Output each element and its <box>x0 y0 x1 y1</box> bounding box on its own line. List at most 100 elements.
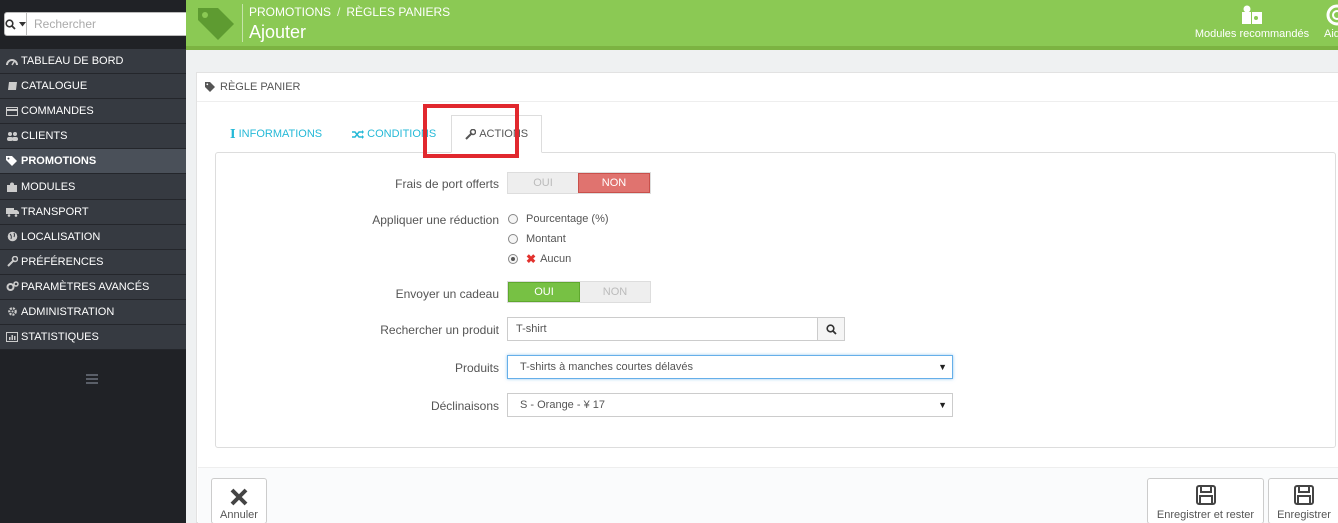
users-icon <box>5 131 19 142</box>
dashboard-icon <box>5 56 19 67</box>
gift-no[interactable]: NON <box>580 282 650 302</box>
breadcrumb-cart-rules[interactable]: RÈGLES PANIERS <box>346 5 450 19</box>
sidebar: TABLEAU DE BORD CATALOGUE COMMANDES CLIE… <box>0 0 190 523</box>
sidebar-item-shipping[interactable]: TRANSPORT <box>0 199 186 225</box>
modules-label: Modules recommandés <box>1194 28 1310 40</box>
free-shipping-switch[interactable]: OUI NON <box>507 172 651 194</box>
cogs-icon <box>5 281 19 292</box>
sidebar-item-label: STATISTIQUES <box>21 331 99 344</box>
breadcrumb-separator: / <box>337 5 341 19</box>
caret-down-icon: ▼ <box>938 400 947 410</box>
puzzle-icon <box>1242 5 1262 24</box>
tag-logo-icon <box>198 8 234 40</box>
sidebar-item-promotions[interactable]: PROMOTIONS <box>0 149 186 175</box>
tag-icon <box>205 82 215 92</box>
variants-select[interactable]: S - Orange - ¥ 17 ▼ <box>507 393 953 417</box>
discount-none-option[interactable]: ✖ Aucun <box>508 252 571 266</box>
close-icon <box>230 488 248 506</box>
book-icon <box>5 81 19 92</box>
header-underline <box>186 46 1338 50</box>
recommended-modules-button[interactable]: Modules recommandés <box>1192 4 1312 40</box>
save-button[interactable]: Enregistrer <box>1268 478 1338 523</box>
sidebar-item-preferences[interactable]: PRÉFÉRENCES <box>0 249 186 275</box>
sidebar-item-label: PROMOTIONS <box>21 155 97 168</box>
page-title: Ajouter <box>249 22 307 42</box>
cross-icon: ✖ <box>526 252 537 266</box>
cancel-label: Annuler <box>220 509 258 521</box>
menu-collapse-icon[interactable] <box>86 374 98 384</box>
sidebar-item-customers[interactable]: CLIENTS <box>0 124 186 150</box>
free-shipping-label: Frais de port offerts <box>395 177 499 191</box>
globe-icon <box>5 231 19 242</box>
breadcrumb: PROMOTIONS / RÈGLES PANIERS <box>249 5 450 19</box>
free-shipping-no[interactable]: NON <box>578 173 650 193</box>
save-icon <box>1195 485 1216 505</box>
search-product-input[interactable] <box>507 317 818 341</box>
variants-selected-value: S - Orange - ¥ 17 <box>520 399 605 411</box>
header-divider <box>242 4 243 42</box>
gift-switch[interactable]: OUI NON <box>507 281 651 303</box>
panel-heading: RÈGLE PANIER <box>197 73 1338 102</box>
sidebar-item-label: TABLEAU DE BORD <box>21 55 124 68</box>
sidebar-item-dashboard[interactable]: TABLEAU DE BORD <box>0 49 186 75</box>
gear-icon <box>5 306 19 317</box>
panel-footer: Annuler Enregistrer et rester Enregistre… <box>198 467 1338 523</box>
search-input[interactable] <box>27 12 190 36</box>
page-header: PROMOTIONS / RÈGLES PANIERS Ajouter Module… <box>186 0 1338 46</box>
save-label: Enregistrer <box>1277 509 1331 521</box>
credit-card-icon <box>5 106 19 117</box>
tab-label: ACTIONS <box>479 128 529 140</box>
radio-button[interactable] <box>508 234 518 244</box>
tab-informations[interactable]: i INFORMATIONS <box>215 115 337 153</box>
sidebar-item-label: COMMANDES <box>21 105 94 118</box>
cancel-button[interactable]: Annuler <box>211 478 267 523</box>
sidebar-item-modules[interactable]: MODULES <box>0 174 186 200</box>
discount-label: Appliquer une réduction <box>372 213 499 227</box>
products-select[interactable]: T-shirts à manches courtes délavés ▼ <box>507 355 953 379</box>
discount-amount-option[interactable]: Montant <box>508 233 566 245</box>
search-product-button[interactable] <box>817 317 845 341</box>
search-type-button[interactable] <box>4 12 27 36</box>
search-icon <box>825 323 837 335</box>
cart-rule-panel: RÈGLE PANIER i INFORMATIONS CONDITIONS A… <box>196 72 1338 523</box>
bar-chart-icon <box>5 332 19 343</box>
products-selected-value: T-shirts à manches courtes délavés <box>520 361 694 373</box>
puzzle-icon <box>5 181 19 192</box>
shuffle-icon <box>352 129 365 139</box>
caret-down-icon <box>19 21 26 26</box>
search-icon <box>5 18 16 30</box>
tab-conditions[interactable]: CONDITIONS <box>337 115 451 153</box>
tab-actions[interactable]: ACTIONS <box>451 115 543 153</box>
sidebar-item-localization[interactable]: LOCALISATION <box>0 224 186 250</box>
discount-percent-option[interactable]: Pourcentage (%) <box>508 213 609 225</box>
sidebar-item-label: CATALOGUE <box>21 80 88 93</box>
actions-form: Frais de port offerts OUI NON Appliquer … <box>215 152 1336 448</box>
sidebar-item-label: TRANSPORT <box>21 205 89 218</box>
sidebar-item-label: CLIENTS <box>21 130 68 143</box>
sidebar-item-catalog[interactable]: CATALOGUE <box>0 74 186 100</box>
wrench-icon <box>5 256 19 268</box>
sidebar-item-administration[interactable]: ADMINISTRATION <box>0 299 186 326</box>
search-bar <box>4 12 190 36</box>
main-menu: TABLEAU DE BORD CATALOGUE COMMANDES CLIE… <box>0 49 186 351</box>
help-button[interactable]: Aide <box>1324 4 1338 40</box>
tags-icon <box>5 156 19 167</box>
option-label: Pourcentage (%) <box>526 213 609 225</box>
products-label: Produits <box>454 361 499 375</box>
save-and-stay-button[interactable]: Enregistrer et rester <box>1147 478 1264 523</box>
search-product-label: Rechercher un produit <box>380 323 499 337</box>
sidebar-item-orders[interactable]: COMMANDES <box>0 99 186 125</box>
radio-button[interactable] <box>508 214 518 224</box>
sidebar-item-label: ADMINISTRATION <box>21 305 115 318</box>
gift-yes[interactable]: OUI <box>508 282 580 302</box>
wrench-icon <box>465 128 477 140</box>
radio-button[interactable] <box>508 254 518 264</box>
sidebar-item-statistics[interactable]: STATISTIQUES <box>0 325 186 351</box>
sidebar-item-advanced-params[interactable]: PARAMÈTRES AVANCÉS <box>0 274 186 300</box>
save-icon <box>1294 485 1314 505</box>
breadcrumb-promotions[interactable]: PROMOTIONS <box>249 5 331 19</box>
tab-label: CONDITIONS <box>367 128 437 140</box>
free-shipping-yes[interactable]: OUI <box>508 173 578 193</box>
sidebar-item-label: LOCALISATION <box>21 230 101 243</box>
truck-icon <box>5 206 19 217</box>
